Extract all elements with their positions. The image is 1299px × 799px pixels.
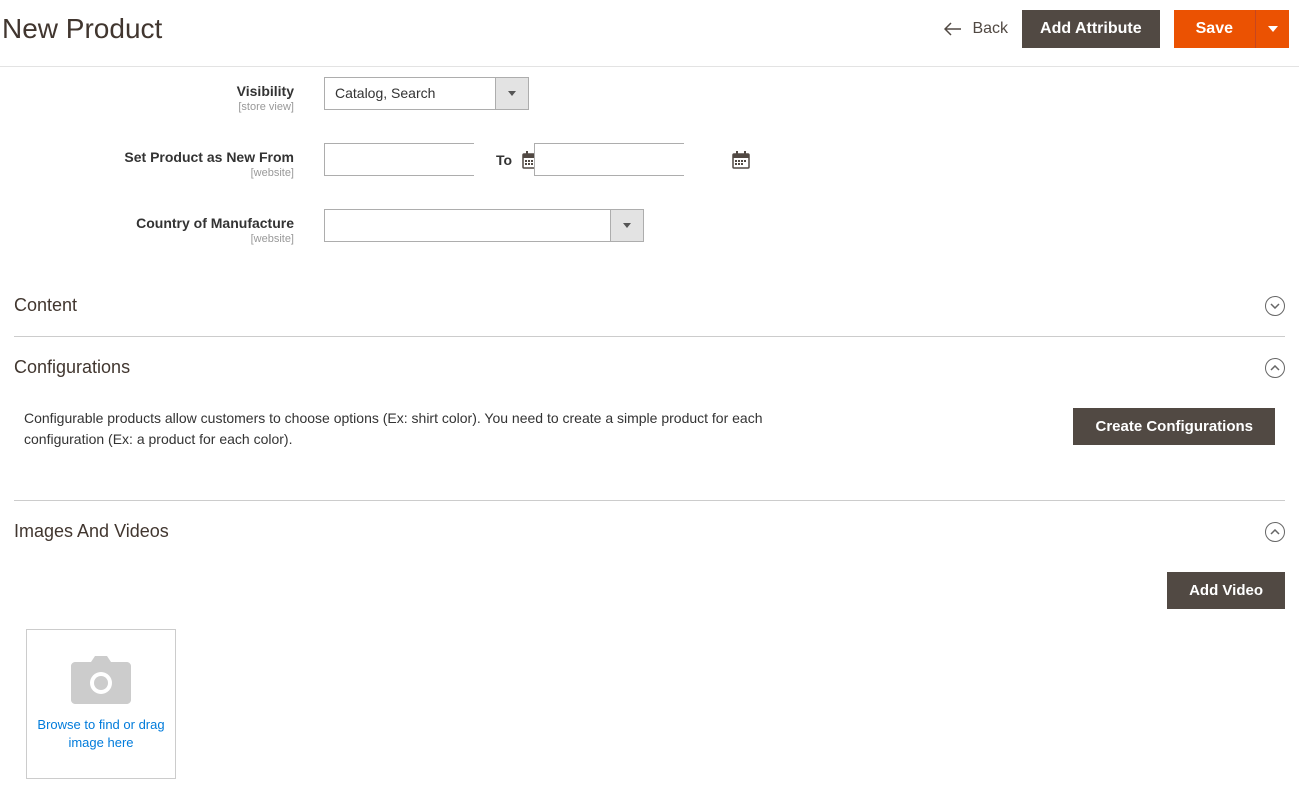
back-label: Back [972, 20, 1008, 38]
configurations-section: Configurations Configurable products all… [14, 337, 1285, 501]
create-configurations-button[interactable]: Create Configurations [1073, 408, 1275, 445]
upload-text: Browse to find or drag image here [27, 716, 175, 752]
save-button[interactable]: Save [1174, 10, 1255, 48]
content-section-header[interactable]: Content [14, 275, 1285, 336]
new-from-date[interactable] [324, 143, 474, 176]
chevron-down-icon [1268, 26, 1278, 32]
new-to-calendar-button[interactable] [732, 144, 750, 175]
image-upload-box[interactable]: Browse to find or drag image here [26, 629, 176, 779]
arrow-left-icon [944, 22, 962, 36]
camera-icon [71, 656, 131, 704]
header-actions: Back Add Attribute Save [944, 10, 1299, 48]
chevron-down-icon [623, 223, 631, 228]
add-attribute-button[interactable]: Add Attribute [1022, 10, 1160, 48]
images-section-header[interactable]: Images And Videos [14, 501, 1285, 562]
content-toggle[interactable] [1265, 296, 1285, 316]
chevron-down-icon [508, 91, 516, 96]
configurations-description: Configurable products allow customers to… [24, 408, 784, 450]
calendar-icon [732, 151, 750, 169]
save-split-button: Save [1174, 10, 1289, 48]
configurations-toggle[interactable] [1265, 358, 1285, 378]
images-title: Images And Videos [14, 521, 169, 542]
new-to-input[interactable] [535, 144, 732, 175]
page-title: New Product [2, 13, 162, 45]
add-video-button[interactable]: Add Video [1167, 572, 1285, 609]
visibility-select[interactable]: Catalog, Search [324, 77, 529, 110]
configurations-section-header[interactable]: Configurations [14, 337, 1285, 398]
visibility-value: Catalog, Search [325, 78, 495, 109]
country-value [325, 210, 610, 241]
new-to-date[interactable] [534, 143, 684, 176]
country-dropdown-toggle[interactable] [610, 210, 643, 241]
images-toggle[interactable] [1265, 522, 1285, 542]
country-select[interactable] [324, 209, 644, 242]
visibility-dropdown-toggle[interactable] [495, 78, 528, 109]
visibility-label: Visibility [store view] [14, 77, 324, 113]
configurations-title: Configurations [14, 357, 130, 378]
save-dropdown-toggle[interactable] [1255, 10, 1289, 48]
country-label: Country of Manufacture [website] [14, 209, 324, 245]
back-button[interactable]: Back [944, 20, 1008, 38]
content-title: Content [14, 295, 77, 316]
chevron-up-icon [1270, 365, 1280, 371]
chevron-up-icon [1270, 529, 1280, 535]
images-section: Images And Videos Add Video Browse to fi… [14, 501, 1285, 799]
content-section: Content [14, 275, 1285, 337]
chevron-down-icon [1270, 303, 1280, 309]
new-from-label: Set Product as New From [website] [14, 143, 324, 179]
to-label: To [492, 152, 516, 168]
